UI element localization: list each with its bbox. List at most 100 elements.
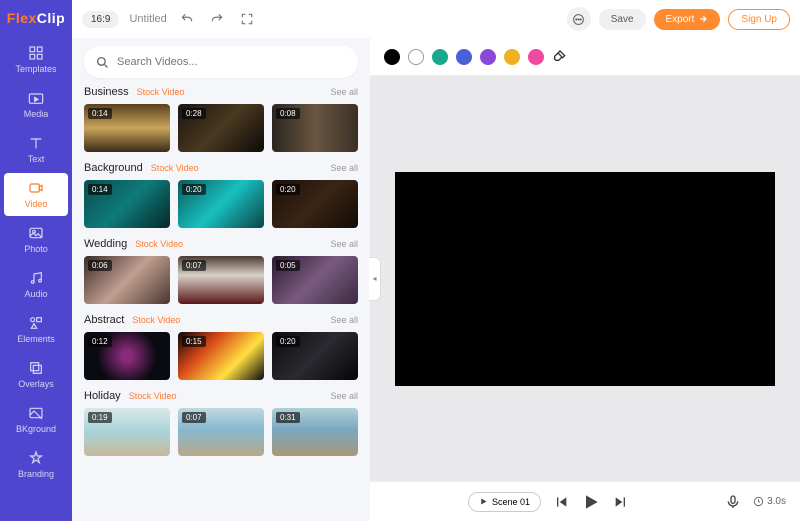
playback-controls: Scene 01 3.0s [370,481,800,521]
color-swatch[interactable] [480,49,496,65]
thumbs-row: 0:14 0:20 0:20 [84,180,358,228]
sidebar-item-media[interactable]: Media [4,83,68,126]
signup-button[interactable]: Sign Up [728,9,790,30]
next-button[interactable] [613,494,629,510]
sidebar-item-label: Media [24,109,49,119]
scene-label: Scene 01 [492,497,530,507]
thumb-duration: 0:05 [276,260,300,271]
play-button[interactable] [581,492,601,512]
video-canvas[interactable] [395,172,775,386]
fullscreen-button[interactable] [237,9,257,29]
undo-button[interactable] [177,9,197,29]
search-input[interactable] [117,56,346,68]
color-swatch[interactable] [528,49,544,65]
sidebar-item-photo[interactable]: Photo [4,218,68,261]
play-small-icon [479,497,488,506]
text-icon [28,135,44,151]
sidebar-item-video[interactable]: Video [4,173,68,216]
thumb-duration: 0:14 [88,184,112,195]
video-thumb[interactable]: 0:07 [178,408,264,456]
see-all-link[interactable]: See all [330,315,358,325]
sidebar-item-branding[interactable]: Branding [4,443,68,486]
video-thumb[interactable]: 0:14 [84,180,170,228]
sidebar-item-templates[interactable]: Templates [4,38,68,81]
aspect-ratio-chip[interactable]: 16:9 [82,11,119,28]
video-thumb[interactable]: 0:20 [272,180,358,228]
see-all-link[interactable]: See all [330,87,358,97]
category-tag: Stock Video [129,391,177,401]
category-head: Holiday Stock Video See all [84,390,358,402]
branding-icon [28,450,44,466]
eyedropper-icon[interactable] [552,49,568,65]
topbar-left: 16:9 Untitled [72,0,370,38]
category-name: Holiday [84,390,121,402]
chat-button[interactable] [567,7,591,31]
video-thumb[interactable]: 0:08 [272,104,358,152]
video-thumb[interactable]: 0:31 [272,408,358,456]
category-tag: Stock Video [135,239,183,249]
canvas-area: ◂ [370,76,800,481]
video-thumb[interactable]: 0:15 [178,332,264,380]
video-thumb[interactable]: 0:20 [178,180,264,228]
sidebar: FlexClip Templates Media Text Video PhotoAud… [0,0,72,521]
nav: Templates Media Text Video PhotoAudioElement… [0,38,72,486]
thumb-duration: 0:28 [182,108,206,119]
search-bar[interactable] [84,46,358,78]
project-title[interactable]: Untitled [129,13,166,25]
logo[interactable]: FlexClip [0,0,72,38]
arrow-right-icon [698,14,708,24]
color-swatch[interactable] [456,49,472,65]
category: WeddingStock VideoSee all0:060:070:05 [84,238,358,304]
video-thumb[interactable]: 0:12 [84,332,170,380]
color-swatch[interactable] [432,49,448,65]
thumb-duration: 0:07 [182,412,206,423]
category: BackgroundStock VideoSee all0:140:200:20 [84,162,358,228]
sidebar-item-bkground[interactable]: BKground [4,398,68,441]
redo-button[interactable] [207,9,227,29]
thumbs-row: 0:060:07 0:05 [84,256,358,304]
see-all-link[interactable]: See all [330,163,358,173]
video-thumb[interactable]: 0:14 [84,104,170,152]
video-thumb[interactable]: 0:05 [272,256,358,304]
video-thumb[interactable]: 0:28 [178,104,264,152]
sidebar-item-elements[interactable]: Elements [4,308,68,351]
category-head: Business Stock Video See all [84,86,358,98]
sidebar-item-label: Branding [18,469,54,479]
video-thumb[interactable]: 0:19 [84,408,170,456]
preview-pane: Save Export Sign Up ◂ Scene 01 3.0s [370,0,800,521]
category-tag: Stock Video [137,87,185,97]
thumb-duration: 0:20 [182,184,206,195]
sidebar-item-audio[interactable]: Audio [4,263,68,306]
export-label: Export [666,14,695,25]
color-swatch[interactable] [384,49,400,65]
scene-button[interactable]: Scene 01 [468,492,541,512]
templates-icon [28,45,44,61]
video-thumb[interactable]: 0:20 [272,332,358,380]
video-thumb[interactable]: 0:07 [178,256,264,304]
thumb-duration: 0:19 [88,412,112,423]
see-all-link[interactable]: See all [330,239,358,249]
thumb-duration: 0:14 [88,108,112,119]
category-name: Background [84,162,143,174]
search-icon [96,56,109,69]
prev-button[interactable] [553,494,569,510]
overlays-icon [28,360,44,376]
color-swatch[interactable] [408,49,424,65]
sidebar-item-label: Video [25,199,48,209]
save-button[interactable]: Save [599,9,646,30]
sidebar-item-overlays[interactable]: Overlays [4,353,68,396]
export-button[interactable]: Export [654,9,721,30]
clock-icon [753,496,764,507]
mic-button[interactable] [725,494,741,510]
sidebar-item-text[interactable]: Text [4,128,68,171]
thumbs-row: 0:14 0:28 0:08 [84,104,358,152]
category-name: Business [84,86,129,98]
panel-collapse-button[interactable]: ◂ [369,257,381,301]
category: Holiday Stock Video See all 0:19 0:07 0:31 [84,390,358,456]
categories-list: Business Stock Video See all 0:14 0:28 0:08 Ba… [72,86,370,521]
category-tag: Stock Video [132,315,180,325]
video-thumb[interactable]: 0:06 [84,256,170,304]
media-icon [28,90,44,106]
see-all-link[interactable]: See all [330,391,358,401]
color-swatch[interactable] [504,49,520,65]
